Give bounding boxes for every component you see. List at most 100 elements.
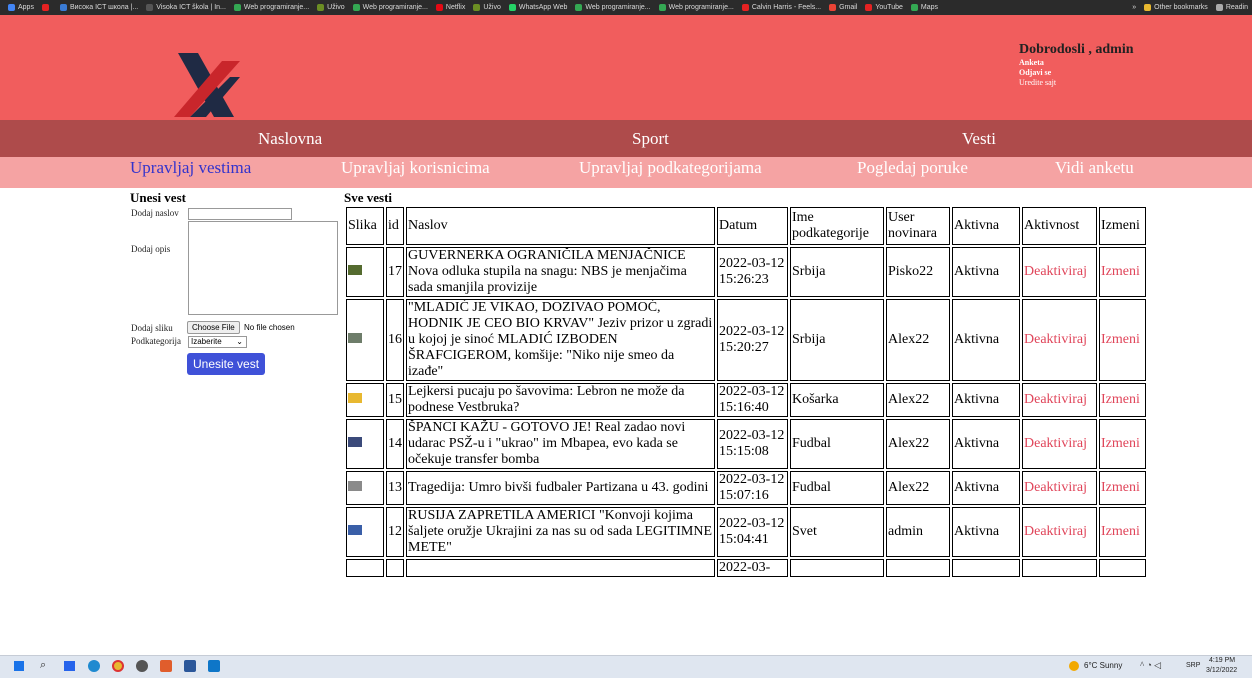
tray-icons[interactable]: ^ ◔ ◁ (1140, 660, 1161, 671)
vscode-icon[interactable] (208, 660, 220, 672)
bookmark-item[interactable]: Web programiranje... (575, 4, 651, 11)
search-icon[interactable]: ⌕ (40, 659, 46, 672)
cell-user: Alex22 (886, 419, 950, 469)
bookmark-item[interactable]: Apps (8, 4, 34, 11)
edit-link[interactable]: Izmeni (1099, 471, 1146, 505)
cell-datum: 2022-03-12 15:15:08 (717, 419, 788, 469)
file-status: No file chosen (244, 323, 295, 332)
podkategorija-select[interactable]: Izaberite ⌄ (188, 336, 247, 348)
cell-podkategorija: Srbija (790, 299, 884, 381)
windows-start-icon[interactable] (14, 661, 24, 671)
subnav-upravljaj-vestima[interactable]: Upravljaj vestima (130, 158, 251, 178)
bookmark-label: Apps (18, 4, 34, 11)
bookmark-item[interactable]: Web programiranje... (233, 4, 309, 11)
table-header-row: Slika id Naslov Datum Ime podkategorije … (346, 207, 1146, 245)
other-bookmarks[interactable]: Other bookmarks (1154, 4, 1208, 11)
th-naslov: Naslov (406, 207, 715, 245)
reading-list[interactable]: Readin (1226, 4, 1248, 11)
edge-icon[interactable] (88, 660, 100, 672)
subnav-vidi-anketu[interactable]: Vidi anketu (1055, 158, 1134, 178)
choose-file-button[interactable]: Choose File (187, 321, 240, 334)
bookmark-item[interactable]: Gmail (829, 4, 857, 11)
deactivate-link[interactable]: Deaktiviraj (1022, 299, 1097, 381)
word-icon[interactable] (184, 660, 196, 672)
news-thumbnail (348, 437, 362, 447)
link-anketa[interactable]: Anketa (1019, 58, 1134, 68)
bookmark-label: Uživo (483, 4, 501, 11)
clock-date[interactable]: 3/12/2022 (1206, 667, 1237, 674)
github-icon[interactable] (136, 660, 148, 672)
cell-aktivna: Aktivna (952, 383, 1020, 417)
bookmark-icon (658, 4, 666, 11)
cell-slika (346, 419, 384, 469)
bookmark-item[interactable]: Web programiranje... (658, 4, 734, 11)
bookmark-icon (233, 4, 241, 11)
bookmark-item[interactable]: YouTube (865, 4, 903, 11)
bookmark-item[interactable]: WhatsApp Web (508, 4, 567, 11)
subnav-upravljaj-podkategorijama[interactable]: Upravljaj podkategorijama (579, 158, 762, 178)
language-indicator[interactable]: SRP (1186, 662, 1200, 669)
cell-user (886, 559, 950, 577)
edit-link[interactable]: Izmeni (1099, 507, 1146, 557)
cell-user: admin (886, 507, 950, 557)
deactivate-link[interactable]: Deaktiviraj (1022, 471, 1097, 505)
cell-aktivna: Aktivna (952, 507, 1020, 557)
nav-sport[interactable]: Sport (632, 129, 669, 149)
bookmark-label: Gmail (839, 4, 858, 11)
bookmarks-more[interactable]: » (1132, 4, 1136, 11)
edit-link[interactable]: Izmeni (1099, 419, 1146, 469)
bookmark-item[interactable] (41, 4, 52, 11)
news-thumbnail (348, 333, 362, 343)
chrome-icon[interactable] (112, 660, 124, 672)
cell-datum: 2022-03-12 15:04:41 (717, 507, 788, 557)
bookmark-item[interactable]: Maps (910, 4, 938, 11)
welcome-box: Dobrodosli , admin Anketa Odjavi se Ured… (1019, 42, 1134, 88)
cell-datum: 2022-03-12 15:16:40 (717, 383, 788, 417)
bookmark-item[interactable]: Висока ICT школа |... (59, 4, 138, 11)
subnav-upravljaj-korisnicima[interactable]: Upravljaj korisnicima (341, 158, 490, 178)
weather-text[interactable]: 6°C Sunny (1084, 661, 1122, 670)
table-row: 2022-03- (346, 559, 1146, 577)
bookmarks-right: » Other bookmarks Readin (1132, 0, 1248, 15)
deactivate-link[interactable]: Deaktiviraj (1022, 507, 1097, 557)
podkategorija-value: Izaberite (191, 337, 222, 346)
edit-link[interactable]: Izmeni (1099, 299, 1146, 381)
bookmark-item[interactable]: Uživo (473, 4, 501, 11)
opis-textarea[interactable] (188, 221, 338, 315)
bookmark-item[interactable]: Uživo (317, 4, 345, 11)
cell-podkategorija: Svet (790, 507, 884, 557)
edit-link[interactable]: Izmeni (1099, 383, 1146, 417)
deactivate-link[interactable]: Deaktiviraj (1022, 247, 1097, 297)
table-row: 15 Lejkersi pucaju po šavovima: Lebron ne… (346, 383, 1146, 417)
deactivate-link[interactable]: Deaktiviraj (1022, 383, 1097, 417)
edit-link[interactable]: Izmeni (1099, 247, 1146, 297)
cell-datum: 2022-03- (717, 559, 788, 577)
table-row: 17 GUVERNERKA OGRANIČILA MENJAČNICE Nova … (346, 247, 1146, 297)
th-slika: Slika (346, 207, 384, 245)
deactivate-link[interactable] (1022, 559, 1097, 577)
cell-aktivna (952, 559, 1020, 577)
bookmark-icon (575, 4, 583, 11)
cell-slika (346, 247, 384, 297)
file-explorer-icon[interactable] (64, 661, 75, 671)
link-uredite-sajt[interactable]: Uredite sajt (1019, 78, 1134, 88)
clock-time[interactable]: 4:19 PM (1209, 657, 1235, 664)
naslov-input[interactable] (188, 208, 292, 220)
bookmark-item[interactable]: Calvin Harris - Feels... (741, 4, 821, 11)
bookmark-item[interactable]: Visoka ICT škola | In... (146, 4, 226, 11)
nav-vesti[interactable]: Vesti (962, 129, 996, 149)
cell-user: Alex22 (886, 471, 950, 505)
link-odjavi-se[interactable]: Odjavi se (1019, 68, 1134, 78)
bookmark-icon (741, 4, 749, 11)
submit-button[interactable]: Unesite vest (187, 353, 266, 375)
edit-link[interactable] (1099, 559, 1146, 577)
site-logo[interactable] (170, 49, 242, 121)
nav-naslovna[interactable]: Naslovna (258, 129, 322, 149)
deactivate-link[interactable]: Deaktiviraj (1022, 419, 1097, 469)
bookmark-item[interactable]: Netflix (435, 4, 465, 11)
app-icon[interactable] (160, 660, 172, 672)
bookmark-item[interactable]: Web programiranje... (352, 4, 428, 11)
bookmark-icon (41, 4, 49, 11)
subnav-pogledaj-poruke[interactable]: Pogledaj poruke (857, 158, 968, 178)
welcome-title: Dobrodosli , admin (1019, 42, 1134, 57)
